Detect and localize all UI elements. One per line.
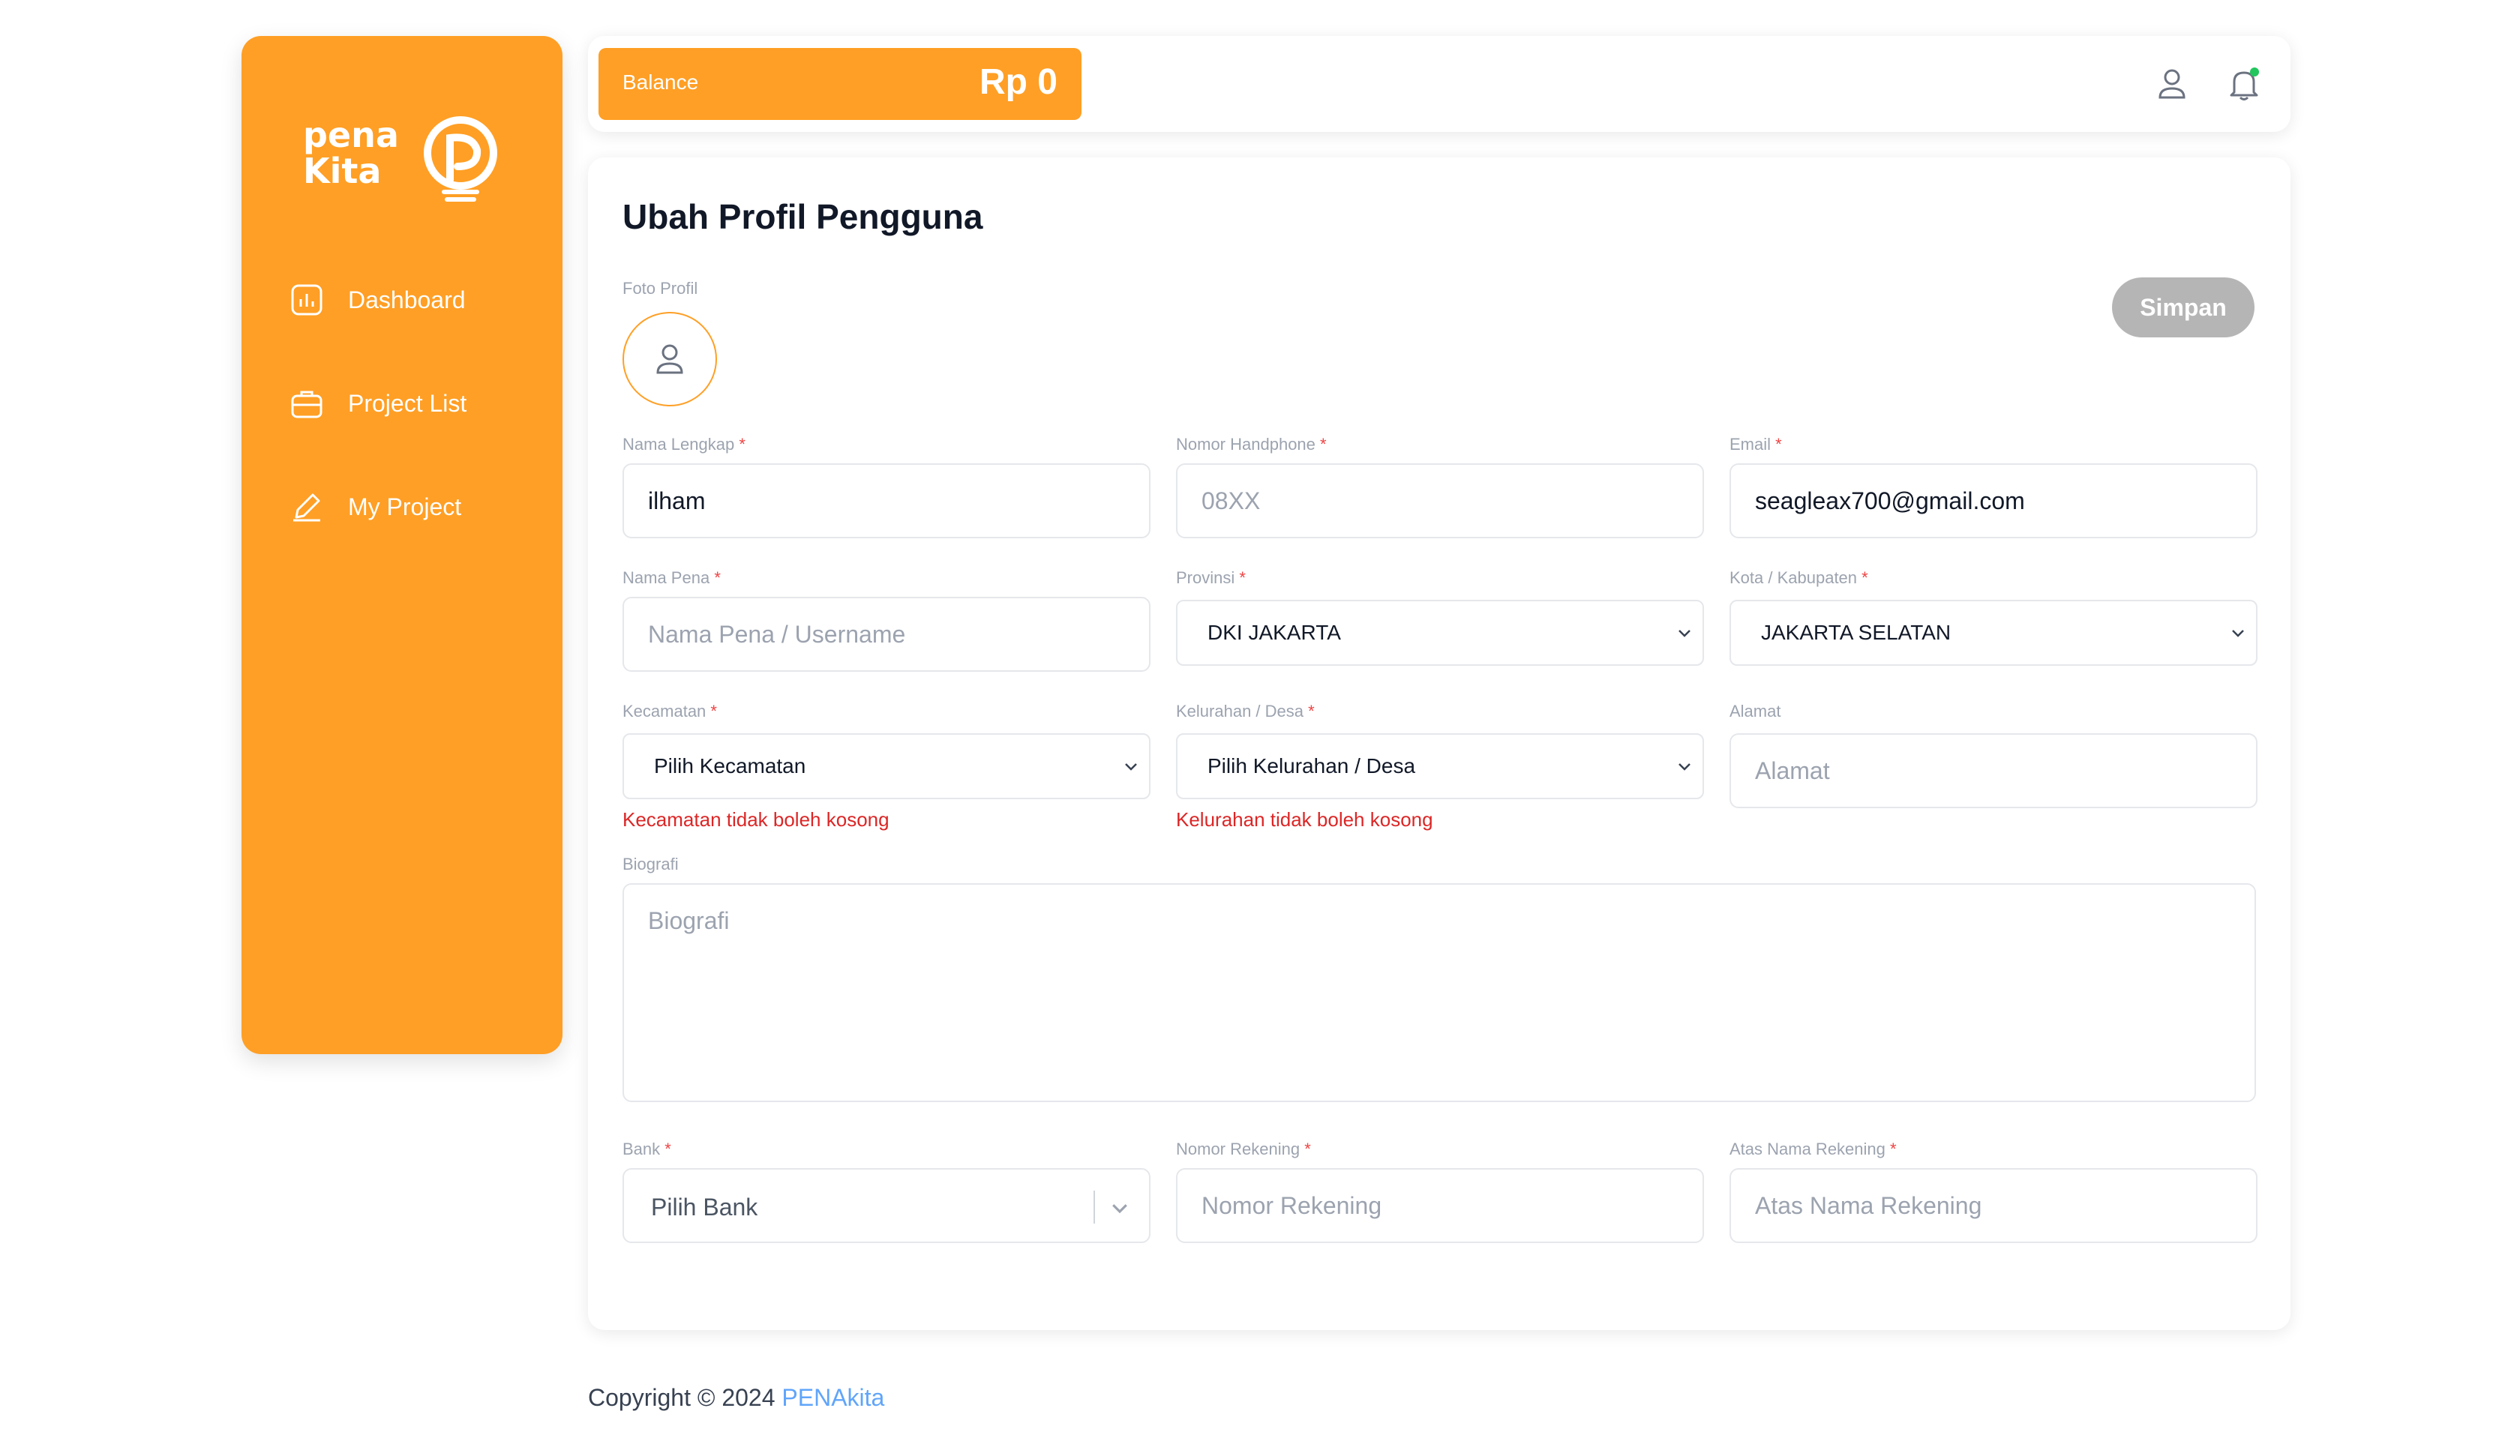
chart-icon (290, 283, 324, 317)
balance-card: Balance Rp 0 (598, 48, 1082, 120)
address-label: Alamat (1730, 702, 1781, 721)
sidebar-item-project-list[interactable]: Project List (290, 381, 466, 426)
bank-placeholder: Pilih Bank (651, 1194, 758, 1221)
pencil-icon (290, 490, 324, 524)
sidebar-item-label: My Project (348, 493, 462, 520)
email-field[interactable] (1730, 463, 2258, 538)
village-value: Pilih Kelurahan / Desa (1208, 754, 1416, 777)
logo-text-pena: pena (303, 115, 399, 155)
pen-name-input[interactable] (622, 597, 1150, 672)
address-input[interactable] (1730, 733, 2258, 808)
village-error: Kelurahan tidak boleh kosong (1176, 808, 1433, 831)
penakita-logo[interactable]: pena Kita (303, 108, 498, 205)
chevron-down-icon (2232, 630, 2244, 637)
user-icon[interactable] (2152, 64, 2192, 103)
logo-graphic: pena Kita (303, 115, 497, 202)
footer-copyright: Copyright © 2024 PENAkita (588, 1384, 884, 1412)
province-select[interactable]: DKI JAKARTA (1176, 600, 1704, 666)
bio-textarea[interactable] (622, 883, 2256, 1102)
district-error: Kecamatan tidak boleh kosong (622, 808, 890, 831)
chevron-down-icon (1678, 630, 1690, 637)
account-number-input[interactable] (1176, 1168, 1704, 1243)
sidebar: pena Kita Dashboard Project List My Proj… (242, 36, 562, 1054)
balance-label: Balance (622, 70, 699, 94)
logo-text-kita: Kita (303, 151, 381, 191)
province-label: Provinsi * (1176, 568, 1246, 587)
photo-label: Foto Profil (622, 279, 698, 298)
notification-dot (2250, 67, 2259, 76)
bell-icon[interactable] (2224, 64, 2264, 103)
select-separator (1094, 1191, 1095, 1224)
sidebar-item-dashboard[interactable]: Dashboard (290, 277, 466, 322)
village-label: Kelurahan / Desa * (1176, 702, 1315, 721)
pen-name-label: Nama Pena * (622, 568, 721, 587)
bio-label: Biografi (622, 855, 679, 873)
chevron-down-icon (1125, 763, 1137, 771)
account-name-input[interactable] (1730, 1168, 2258, 1243)
province-value: DKI JAKARTA (1208, 621, 1341, 644)
district-value: Pilih Kecamatan (654, 754, 806, 777)
briefcase-icon (290, 386, 324, 421)
village-select[interactable]: Pilih Kelurahan / Desa (1176, 733, 1704, 799)
bank-select[interactable]: Pilih Bank (622, 1168, 1150, 1243)
sidebar-item-label: Project List (348, 389, 467, 417)
phone-label: Nomor Handphone * (1176, 435, 1327, 454)
copyright-text: Copyright © 2024 (588, 1384, 782, 1411)
save-button[interactable]: Simpan (2112, 277, 2254, 337)
chevron-down-icon (1112, 1204, 1127, 1214)
phone-input[interactable] (1176, 463, 1704, 538)
account-number-label: Nomor Rekening * (1176, 1140, 1311, 1158)
city-select[interactable]: JAKARTA SELATAN (1730, 600, 2258, 666)
sidebar-item-my-project[interactable]: My Project (290, 484, 461, 529)
email-label: Email * (1730, 435, 1782, 454)
district-label: Kecamatan * (622, 702, 717, 721)
page-title: Ubah Profil Pengguna (622, 197, 983, 236)
balance-amount: Rp 0 (979, 62, 1058, 102)
sidebar-item-label: Dashboard (348, 286, 466, 313)
brand-link[interactable]: PENAkita (782, 1384, 884, 1411)
city-label: Kota / Kabupaten * (1730, 568, 1868, 587)
city-value: JAKARTA SELATAN (1761, 621, 1952, 644)
full-name-label: Nama Lengkap * (622, 435, 746, 454)
bank-label: Bank * (622, 1140, 671, 1158)
profile-photo-upload[interactable] (622, 312, 717, 406)
account-name-label: Atas Nama Rekening * (1730, 1140, 1897, 1158)
profile-form-card: Ubah Profil Pengguna Foto Profil Simpan … (588, 157, 2290, 1330)
user-icon (656, 344, 683, 374)
full-name-input[interactable] (622, 463, 1150, 538)
top-bar: Balance Rp 0 (588, 36, 2290, 132)
chevron-down-icon (1678, 763, 1690, 771)
district-select[interactable]: Pilih Kecamatan (622, 733, 1150, 799)
